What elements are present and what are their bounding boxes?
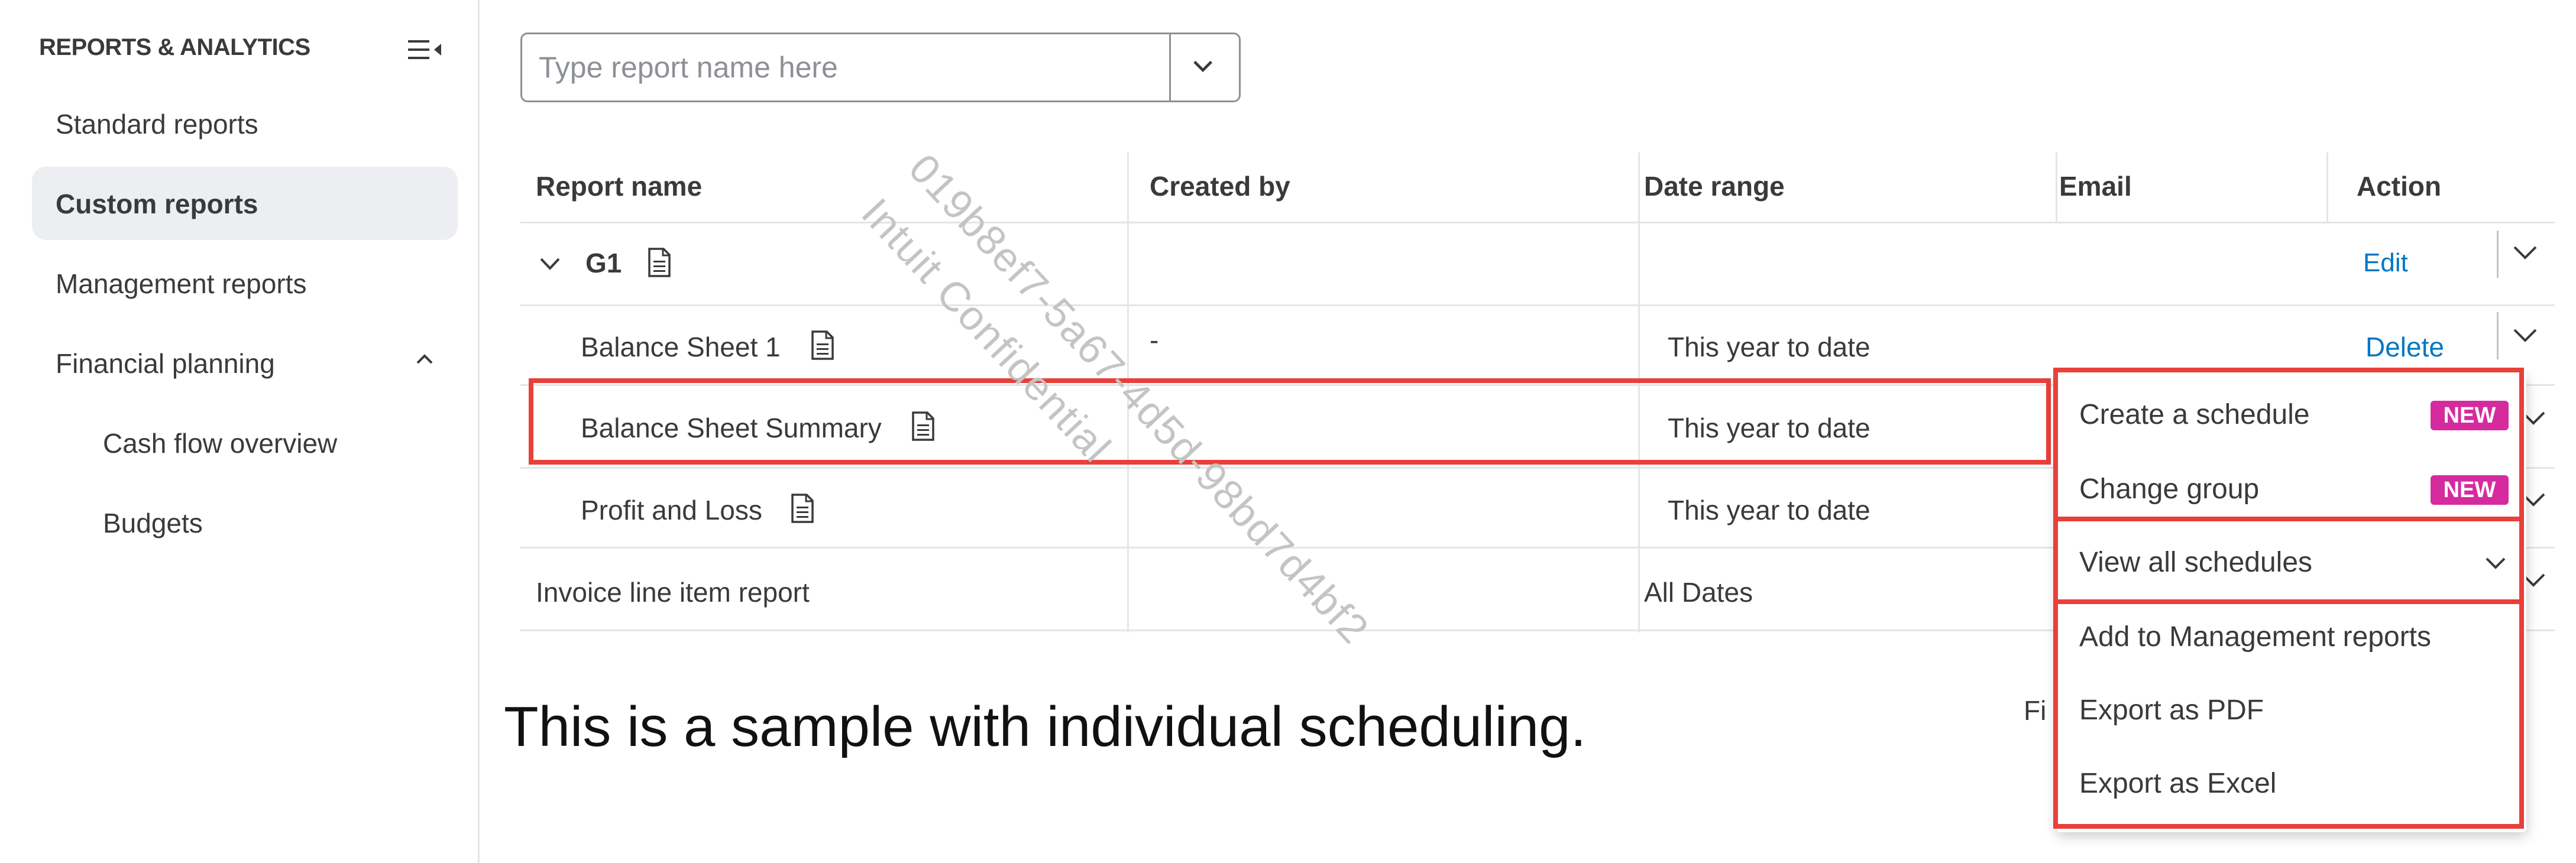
sidebar-item-standard-reports[interactable]: Standard reports	[56, 108, 258, 140]
report-name[interactable]: Balance Sheet 1	[581, 331, 781, 363]
report-search-combobox[interactable]	[520, 33, 1241, 102]
sample-caption: This is a sample with individual schedul…	[504, 695, 1587, 758]
created-by: -	[1150, 325, 1159, 355]
action-separator	[2497, 312, 2499, 359]
search-input[interactable]	[522, 34, 1173, 100]
column-header-created-by[interactable]: Created by	[1150, 170, 1290, 202]
sidebar-item-financial-planning[interactable]: Financial planning	[56, 348, 275, 379]
chevron-up-icon[interactable]	[414, 349, 435, 370]
report-name[interactable]: Profit and Loss	[581, 494, 762, 526]
date-range: All Dates	[1644, 577, 1753, 608]
row-highlight-box	[529, 378, 2051, 465]
report-document-icon	[648, 248, 671, 277]
column-divider	[2326, 153, 2328, 223]
column-header-email[interactable]: Email	[2059, 170, 2132, 202]
view-all-schedules-highlight-box	[2053, 517, 2524, 604]
sidebar-item-custom-reports[interactable]: Custom reports	[56, 188, 258, 220]
chevron-down-icon[interactable]	[538, 255, 562, 273]
column-header-date-range[interactable]: Date range	[1644, 170, 1785, 202]
row-divider	[520, 304, 2555, 306]
date-range: This year to date	[1668, 495, 1870, 525]
edit-link[interactable]: Edit	[2363, 248, 2408, 278]
column-header-report-name[interactable]: Report name	[536, 170, 702, 202]
delete-link[interactable]: Delete	[2365, 331, 2444, 363]
action-menu-chevron-icon[interactable]	[2512, 244, 2538, 261]
report-document-icon	[811, 330, 834, 360]
report-document-icon	[791, 494, 814, 523]
date-range: This year to date	[1668, 332, 1870, 362]
column-header-action: Action	[2357, 171, 2442, 202]
sidebar: REPORTS & ANALYTICS Standard reports Cus…	[0, 0, 480, 863]
sidebar-item-budgets[interactable]: Budgets	[103, 507, 203, 539]
row-divider	[520, 222, 2555, 223]
group-name[interactable]: G1	[585, 247, 622, 279]
sidebar-item-management-reports[interactable]: Management reports	[56, 268, 306, 300]
sidebar-heading: REPORTS & ANALYTICS	[39, 34, 310, 60]
partially-hidden-text: Fi	[2024, 695, 2047, 726]
action-separator	[2497, 231, 2499, 278]
action-menu-chevron-icon[interactable]	[2512, 326, 2538, 344]
report-name[interactable]: Invoice line item report	[536, 576, 810, 608]
sidebar-item-cash-flow-overview[interactable]: Cash flow overview	[103, 427, 337, 459]
search-dropdown-button[interactable]	[1169, 34, 1239, 100]
column-divider	[2056, 153, 2057, 223]
collapse-menu-icon[interactable]	[408, 37, 444, 63]
chevron-down-icon	[1193, 60, 1213, 73]
